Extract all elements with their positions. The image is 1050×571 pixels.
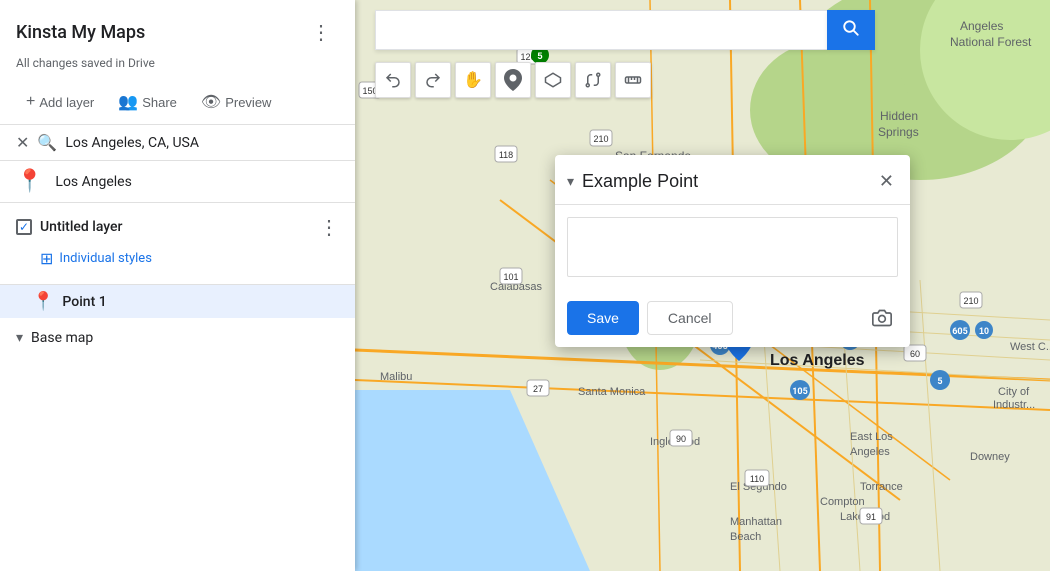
svg-text:Angeles: Angeles (850, 446, 890, 458)
point-edit-dialog: ▾ ✕ Save Cancel (555, 155, 910, 347)
map-search-button[interactable] (827, 10, 875, 50)
popup-body (555, 205, 910, 293)
svg-text:101: 101 (503, 272, 518, 282)
share-label: Share (142, 95, 177, 110)
search-button-icon (842, 19, 860, 42)
basemap-chevron-icon: ▾ (16, 330, 23, 346)
individual-styles-row[interactable]: ⊞ Individual styles (16, 245, 339, 272)
svg-text:105: 105 (792, 387, 808, 397)
save-button[interactable]: Save (567, 301, 639, 335)
layer-section: ✓ Untitled layer ⋮ ⊞ Individual styles (0, 203, 355, 285)
svg-text:Downey: Downey (970, 451, 1010, 463)
popup-title-input[interactable] (582, 171, 867, 192)
svg-text:5: 5 (537, 51, 542, 61)
popup-footer: Save Cancel (555, 293, 910, 347)
more-options-icon[interactable]: ⋮ (303, 16, 339, 48)
individual-styles-label: Individual styles (59, 251, 152, 266)
svg-text:110: 110 (750, 474, 764, 484)
svg-text:West C...: West C... (1010, 341, 1050, 353)
svg-text:210: 210 (593, 134, 608, 144)
layer-checkbox[interactable]: ✓ (16, 219, 32, 235)
popup-header: ▾ ✕ (555, 155, 910, 205)
svg-text:Angeles: Angeles (960, 19, 1003, 33)
add-layer-label: Add layer (39, 95, 94, 110)
share-icon: 👥 (118, 92, 138, 112)
svg-text:90: 90 (676, 434, 686, 444)
measure-button[interactable] (615, 62, 651, 98)
search-row: ✕ 🔍 Los Angeles, CA, USA (0, 125, 355, 161)
svg-text:60: 60 (910, 349, 920, 359)
search-query-text: Los Angeles, CA, USA (65, 135, 339, 151)
share-button[interactable]: 👥 Share (108, 86, 187, 118)
basemap-label: Base map (31, 330, 93, 346)
svg-text:Springs: Springs (878, 125, 919, 139)
layer-more-icon[interactable]: ⋮ (319, 215, 339, 239)
svg-text:Los Angeles: Los Angeles (770, 352, 865, 369)
svg-text:605: 605 (952, 327, 968, 337)
preview-icon: 👁 (201, 92, 221, 112)
svg-text:Torrance: Torrance (860, 481, 903, 493)
point-1-row[interactable]: 📍 Point 1 (0, 285, 355, 318)
map-search-input[interactable] (375, 10, 827, 50)
pan-button[interactable]: ✋ (455, 62, 491, 98)
layer-title: Untitled layer (40, 219, 123, 235)
top-search-bar (375, 10, 875, 50)
sidebar-header: Kinsta My Maps ⋮ (0, 0, 355, 56)
cancel-button[interactable]: Cancel (647, 301, 733, 335)
svg-text:Beach: Beach (730, 531, 761, 543)
saved-status: All changes saved in Drive (0, 56, 355, 80)
add-photo-button[interactable] (866, 302, 898, 334)
layer-header: ✓ Untitled layer ⋮ (16, 215, 339, 239)
svg-text:City of: City of (998, 386, 1030, 398)
sidebar-toolbar: + Add layer 👥 Share 👁 Preview (0, 80, 355, 125)
add-layer-button[interactable]: + Add layer (16, 87, 104, 117)
svg-text:East Los: East Los (850, 431, 893, 443)
draw-shape-button[interactable] (535, 62, 571, 98)
layer-left: ✓ Untitled layer (16, 219, 123, 235)
svg-text:27: 27 (533, 384, 543, 394)
search-result-label: Los Angeles (55, 174, 131, 190)
svg-text:Compton: Compton (820, 496, 865, 508)
svg-text:91: 91 (866, 512, 876, 522)
svg-text:10: 10 (979, 326, 989, 336)
svg-text:118: 118 (499, 150, 513, 160)
svg-text:Malibu: Malibu (380, 371, 412, 383)
location-pin-icon: 📍 (16, 169, 43, 194)
map-toolbar: ✋ (375, 62, 651, 98)
svg-text:Hidden: Hidden (880, 109, 918, 123)
svg-text:5: 5 (937, 377, 942, 387)
add-pin-button[interactable] (495, 62, 531, 98)
basemap-row[interactable]: ▾ Base map (0, 318, 355, 358)
svg-text:National Forest: National Forest (950, 35, 1032, 49)
preview-label: Preview (225, 95, 271, 110)
popup-actions: Save Cancel (567, 301, 733, 335)
sidebar: Kinsta My Maps ⋮ All changes saved in Dr… (0, 0, 355, 571)
popup-description-textarea[interactable] (567, 217, 898, 277)
popup-close-icon[interactable]: ✕ (875, 167, 898, 196)
point-pin-icon: 📍 (32, 291, 54, 312)
svg-text:Santa Monica: Santa Monica (578, 386, 646, 398)
point-1-label: Point 1 (62, 294, 106, 310)
svg-text:Manhattan: Manhattan (730, 516, 782, 528)
styles-icon: ⊞ (40, 249, 53, 268)
svg-text:210: 210 (963, 296, 978, 306)
redo-button[interactable] (415, 62, 451, 98)
preview-button[interactable]: 👁 Preview (191, 86, 282, 118)
search-result-item[interactable]: 📍 Los Angeles (0, 161, 355, 203)
svg-text:Industr...: Industr... (993, 399, 1035, 411)
add-route-button[interactable] (575, 62, 611, 98)
popup-collapse-icon[interactable]: ▾ (567, 174, 574, 190)
add-layer-icon: + (26, 93, 35, 111)
map-title: Kinsta My Maps (16, 22, 145, 43)
search-icon: 🔍 (37, 133, 57, 152)
undo-button[interactable] (375, 62, 411, 98)
close-search-icon[interactable]: ✕ (16, 133, 29, 152)
